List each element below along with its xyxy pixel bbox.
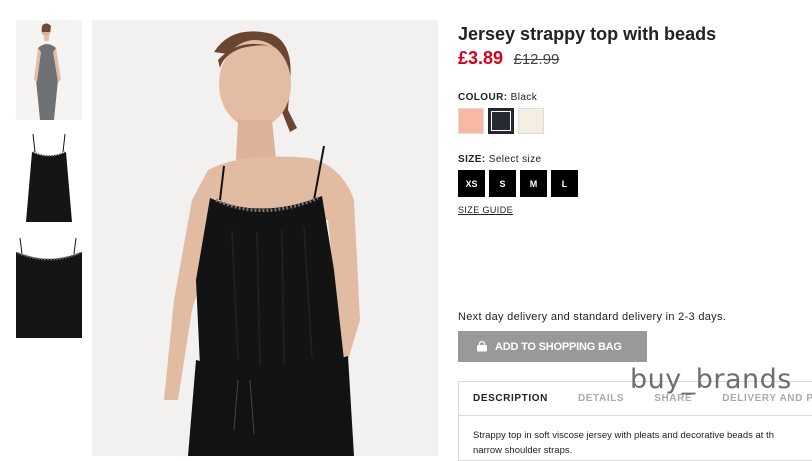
- colour-label-row: COLOUR: Black: [458, 92, 537, 103]
- size-m-button[interactable]: M: [520, 170, 547, 197]
- watermark: buy_brands: [630, 364, 792, 395]
- current-price: £3.89: [458, 48, 504, 68]
- original-price: £12.99: [513, 51, 560, 68]
- price-row: £3.89 £12.99: [458, 48, 559, 69]
- thumbnail-1[interactable]: [16, 20, 82, 120]
- thumbnail-2-image: [16, 130, 82, 226]
- thumbnail-3-image: [16, 236, 82, 338]
- thumbnail-3[interactable]: [16, 236, 82, 338]
- product-description: Strappy top in soft viscose jersey with …: [459, 416, 812, 458]
- size-s-button[interactable]: S: [489, 170, 516, 197]
- thumbnail-1-image: [16, 20, 82, 120]
- tab-description[interactable]: DESCRIPTION: [473, 393, 548, 404]
- tab-details[interactable]: DETAILS: [578, 393, 624, 404]
- delivery-info: Next day delivery and standard delivery …: [458, 311, 727, 323]
- colour-swatches: [458, 108, 544, 134]
- size-xs-button[interactable]: XS: [458, 170, 485, 197]
- description-line-1: Strappy top in soft viscose jersey with …: [473, 430, 774, 441]
- selected-colour: Black: [510, 92, 538, 103]
- description-line-2: narrow shoulder straps.: [473, 445, 573, 456]
- size-l-button[interactable]: L: [551, 170, 578, 197]
- size-label-row: SIZE: Select size: [458, 154, 542, 165]
- swatch-off-white[interactable]: [518, 108, 544, 134]
- add-to-bag-button[interactable]: ADD TO SHOPPING BAG: [458, 331, 647, 362]
- size-guide-link[interactable]: SIZE GUIDE: [458, 205, 513, 215]
- size-options: XS S M L: [458, 170, 578, 197]
- size-prompt: Select size: [488, 154, 542, 165]
- colour-label: COLOUR:: [458, 92, 508, 103]
- swatch-peach[interactable]: [458, 108, 484, 134]
- add-to-bag-label: ADD TO SHOPPING BAG: [495, 340, 622, 353]
- swatch-black[interactable]: [488, 108, 514, 134]
- main-product-image: [92, 20, 438, 456]
- thumbnail-2[interactable]: [16, 130, 82, 226]
- size-label: SIZE:: [458, 154, 486, 165]
- model-photo: [92, 20, 438, 456]
- product-title: Jersey strappy top with beads: [458, 24, 717, 44]
- shopping-bag-icon: [477, 341, 487, 352]
